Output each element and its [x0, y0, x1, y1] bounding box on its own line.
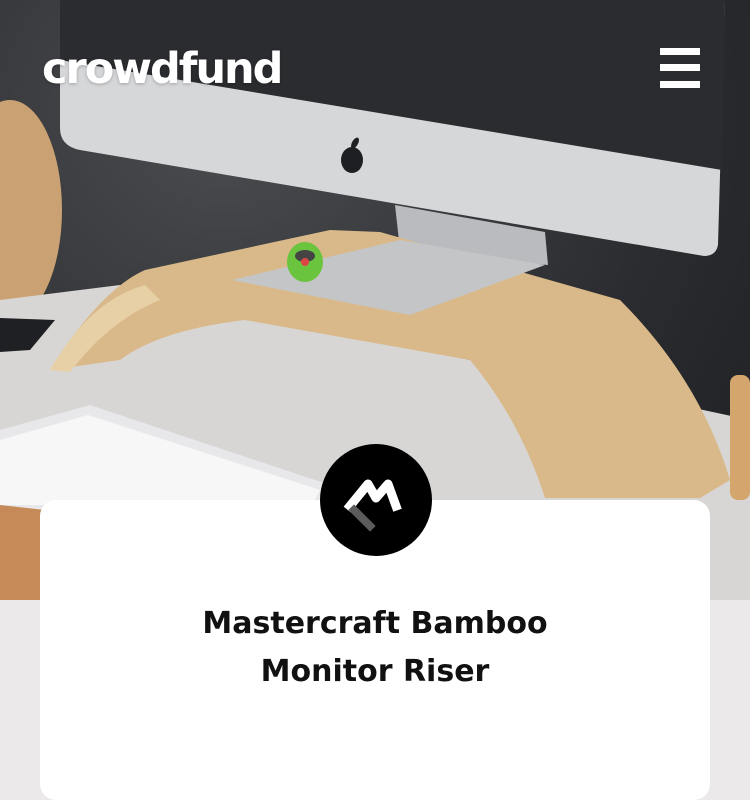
campaign-title: Mastercraft Bamboo Monitor Riser	[40, 600, 710, 696]
menu-bar	[660, 64, 700, 71]
menu-bar	[660, 81, 700, 88]
brand-logo[interactable]: crowdfund	[42, 48, 283, 91]
notebook	[0, 505, 45, 600]
pen-holder	[730, 375, 750, 500]
hamburger-menu-icon[interactable]	[660, 48, 700, 88]
stylized-m-logo-icon	[320, 444, 432, 556]
green-figurine	[287, 242, 323, 282]
wooden-decor	[0, 100, 62, 320]
campaign-title-line: Mastercraft Bamboo	[202, 606, 548, 641]
campaign-title-line: Monitor Riser	[260, 654, 490, 689]
menu-bar	[660, 48, 700, 55]
